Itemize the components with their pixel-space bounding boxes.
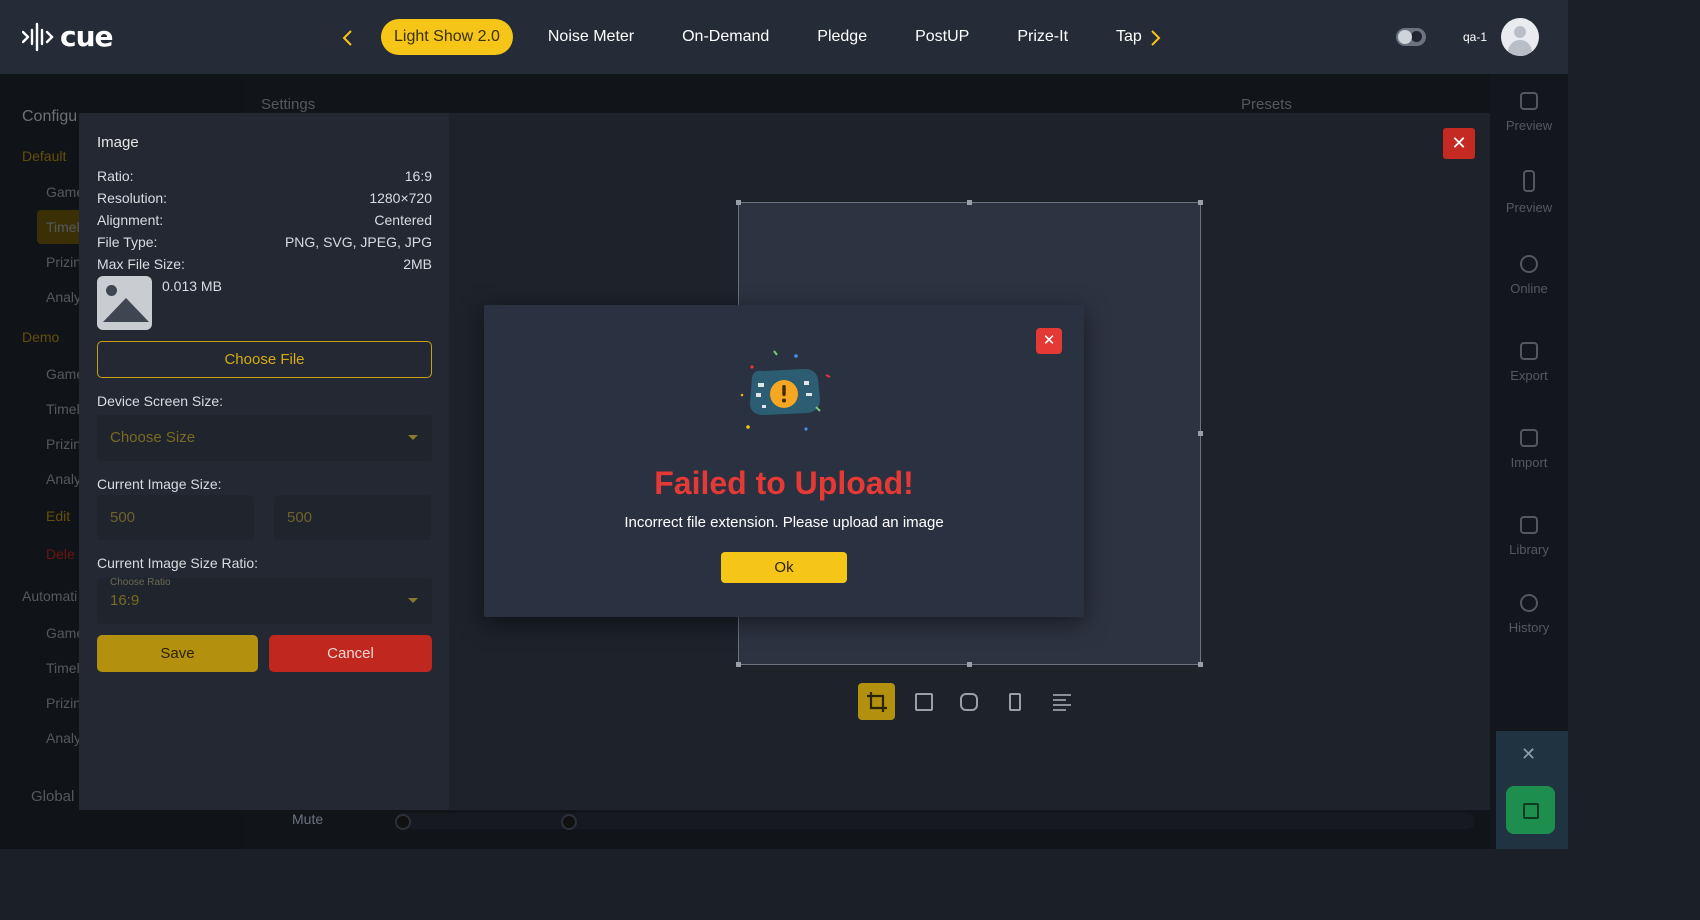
- crop-handle[interactable]: [967, 200, 972, 205]
- nav-tab-prize-it[interactable]: Prize-It: [993, 19, 1092, 55]
- moon-icon: [1411, 31, 1422, 42]
- chevron-down-icon: [408, 435, 418, 440]
- flip-icon: [1008, 692, 1021, 711]
- spec-ratio: Ratio: 16:9: [97, 168, 432, 184]
- cue-logo[interactable]: cue: [22, 20, 114, 53]
- slider-knob[interactable]: [395, 814, 411, 830]
- spec-label: Alignment:: [97, 212, 164, 228]
- volume-slider-track[interactable]: [395, 813, 1475, 829]
- image-height-input[interactable]: 500: [274, 495, 431, 540]
- spec-alignment: Alignment: Centered: [97, 212, 432, 228]
- spec-resolution: Resolution: 1280×720: [97, 190, 432, 206]
- spec-value: PNG, SVG, JPEG, JPG: [284, 234, 432, 250]
- align-icon: [1052, 693, 1071, 711]
- select-placeholder: Choose Size: [110, 429, 196, 446]
- lock-aspect-tool-button[interactable]: [950, 683, 987, 720]
- current-image-size-label: Current Image Size:: [97, 476, 222, 492]
- image-panel-title: Image: [97, 134, 139, 151]
- widget-action-button[interactable]: [1506, 786, 1555, 834]
- image-ratio-select[interactable]: Choose Ratio 16:9: [97, 577, 432, 624]
- upload-error-dialog: ✕ Failed to Upload! Incorrect file exten…: [484, 305, 1084, 617]
- spec-value: Centered: [374, 212, 432, 228]
- nav-tabs: Light Show 2.0 Noise Meter On-Demand Ple…: [381, 19, 1142, 55]
- nav-tab-on-demand[interactable]: On-Demand: [658, 19, 793, 55]
- nav-tab-tap[interactable]: Tap: [1092, 19, 1142, 55]
- chevron-down-icon: [408, 598, 418, 603]
- image-width-input[interactable]: 500: [97, 495, 254, 540]
- file-size: 0.013 MB: [162, 278, 222, 294]
- logo-text: cue: [60, 20, 114, 53]
- device-screen-size-label: Device Screen Size:: [97, 393, 224, 409]
- nav-tab-light-show[interactable]: Light Show 2.0: [381, 19, 513, 55]
- crop-icon: [866, 691, 887, 712]
- crop-handle[interactable]: [736, 200, 741, 205]
- ok-button[interactable]: Ok: [721, 552, 847, 583]
- spec-label: File Type:: [97, 234, 158, 250]
- choose-file-button[interactable]: Choose File: [97, 341, 432, 378]
- mute-label: Mute: [292, 811, 324, 827]
- user-name: qa-1: [1463, 30, 1488, 44]
- rotate-tool-button[interactable]: [905, 683, 942, 720]
- top-navigation-bar: cue Light Show 2.0 Noise Meter On-Demand…: [0, 0, 1568, 74]
- dialog-message: Incorrect file extension. Please upload …: [624, 514, 944, 531]
- cancel-button[interactable]: Cancel: [269, 635, 432, 672]
- nav-tab-postup[interactable]: PostUP: [891, 19, 993, 55]
- nav-prev-arrow-icon[interactable]: [335, 24, 359, 52]
- lock-aspect-icon: [959, 692, 978, 711]
- device-screen-size-select[interactable]: Choose Size: [97, 415, 432, 461]
- spec-value: 16:9: [404, 168, 432, 184]
- select-floating-label: Choose Ratio: [110, 577, 171, 588]
- crop-handle[interactable]: [1198, 662, 1203, 667]
- image-placeholder-icon: [97, 276, 152, 330]
- slider-knob[interactable]: [561, 814, 577, 830]
- image-settings-panel: Image Ratio: 16:9 Resolution: 1280×720 A…: [79, 113, 449, 810]
- crop-handle[interactable]: [967, 662, 972, 667]
- select-value: 16:9: [110, 592, 140, 609]
- nav-tab-pledge[interactable]: Pledge: [793, 19, 891, 55]
- widget-close-icon[interactable]: ✕: [1521, 744, 1536, 765]
- dialog-close-button[interactable]: ✕: [1036, 328, 1062, 354]
- editor-close-button[interactable]: ✕: [1443, 128, 1475, 159]
- spec-max-file-size: Max File Size: 2MB: [97, 256, 432, 272]
- avatar-body-icon: [1508, 40, 1532, 56]
- user-avatar[interactable]: [1501, 18, 1539, 56]
- crop-tool-button[interactable]: [858, 683, 895, 720]
- warning-illustration-icon: [740, 350, 831, 431]
- spec-file-type: File Type: PNG, SVG, JPEG, JPG: [97, 234, 432, 250]
- spec-label: Resolution:: [97, 190, 168, 206]
- dialog-title: Failed to Upload!: [654, 465, 914, 501]
- save-button[interactable]: Save: [97, 635, 258, 672]
- align-tool-button[interactable]: [1043, 683, 1080, 720]
- nav-tab-noise-meter[interactable]: Noise Meter: [524, 19, 658, 55]
- soundwave-logo-icon: [22, 22, 54, 51]
- theme-toggle[interactable]: [1396, 28, 1426, 46]
- nav-next-arrow-icon[interactable]: [1144, 24, 1168, 52]
- flip-tool-button[interactable]: [996, 683, 1033, 720]
- image-size-ratio-label: Current Image Size Ratio:: [97, 555, 259, 571]
- crop-handle[interactable]: [736, 662, 741, 667]
- crop-handle[interactable]: [1198, 431, 1203, 436]
- crop-handle[interactable]: [1198, 200, 1203, 205]
- spec-value: 1280×720: [369, 190, 432, 206]
- spec-label: Ratio:: [97, 168, 134, 184]
- spec-value: 2MB: [403, 256, 432, 272]
- rotate-icon: [914, 692, 933, 711]
- spec-label: Max File Size:: [97, 256, 185, 272]
- avatar-head-icon: [1514, 26, 1526, 38]
